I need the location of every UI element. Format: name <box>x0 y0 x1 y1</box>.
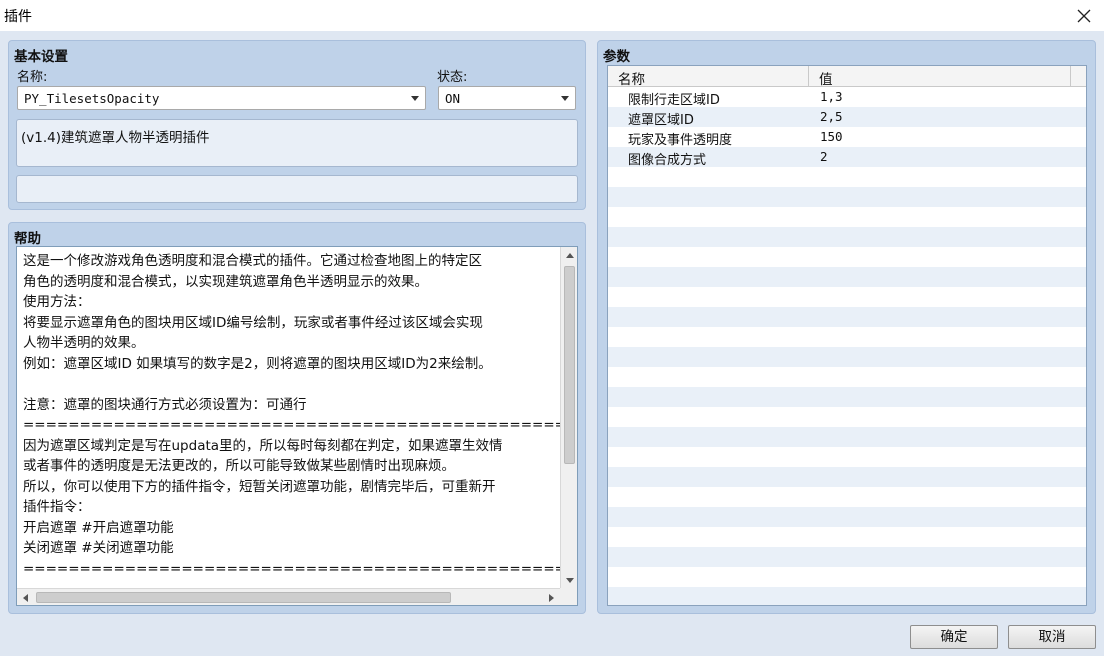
description-box[interactable]: (v1.4)建筑遮罩人物半透明插件 <box>16 119 578 167</box>
help-line: 开启遮罩 #开启遮罩功能 <box>23 519 174 536</box>
empty-table-row <box>608 227 1086 247</box>
table-row[interactable]: 遮罩区域ID 2,5 <box>608 107 1086 128</box>
scroll-right-icon[interactable] <box>543 589 560 606</box>
empty-table-row <box>608 167 1086 187</box>
empty-table-row <box>608 487 1086 507</box>
empty-table-row <box>608 327 1086 347</box>
param-name: 限制行走区域ID <box>628 93 720 108</box>
empty-table-row <box>608 247 1086 267</box>
scroll-left-icon[interactable] <box>17 589 34 606</box>
column-header-value[interactable]: 值 <box>809 66 1071 88</box>
table-body: 限制行走区域ID 1,3 遮罩区域ID 2,5 玩家及事件透明度 150 图像合成方式 2 <box>608 87 1086 605</box>
status-select[interactable]: ON <box>438 86 576 110</box>
empty-table-row <box>608 347 1086 367</box>
vertical-scroll-thumb[interactable] <box>564 266 575 464</box>
table-row[interactable]: 限制行走区域ID 1,3 <box>608 87 1086 108</box>
horizontal-scroll-thumb[interactable] <box>36 592 451 603</box>
chevron-down-icon <box>411 96 419 101</box>
ok-button[interactable]: 确定 <box>910 625 998 649</box>
author-box[interactable] <box>16 175 578 203</box>
empty-table-row <box>608 407 1086 427</box>
table-header: 名称 值 <box>608 66 1086 88</box>
param-name: 图像合成方式 <box>628 153 707 168</box>
description-text: (v1.4)建筑遮罩人物半透明插件 <box>21 130 210 146</box>
help-line: 将要显示遮罩角色的图块用区域ID编号绘制，玩家或者事件经过该区域会实现 <box>23 314 483 331</box>
cancel-button[interactable]: 取消 <box>1008 625 1096 649</box>
help-line: 角色的透明度和混合模式，以实现建筑遮罩角色半透明显示的效果。 <box>23 273 428 290</box>
help-line: 例如：遮罩区域ID 如果填写的数字是2，则将遮罩的图块用区域ID为2来绘制。 <box>23 355 492 372</box>
param-value: 150 <box>820 129 843 144</box>
help-line: ========================================… <box>23 560 560 577</box>
status-value: ON <box>445 91 461 106</box>
vertical-scrollbar[interactable] <box>560 247 577 589</box>
empty-table-row <box>608 367 1086 387</box>
empty-table-row <box>608 307 1086 327</box>
parameters-title: 参数 <box>603 49 630 65</box>
param-name: 玩家及事件透明度 <box>628 133 733 148</box>
empty-table-row <box>608 587 1086 605</box>
help-line: 所以，你可以使用下方的插件指令，短暂关闭遮罩功能，剧情完毕后，可重新开 <box>23 478 496 495</box>
empty-table-row <box>608 447 1086 467</box>
help-line: 因为遮罩区域判定是写在updata里的，所以每时每刻都在判定，如果遮罩生效情 <box>23 437 503 454</box>
empty-table-row <box>608 427 1086 447</box>
column-value-label: 值 <box>819 72 833 88</box>
close-icon[interactable] <box>1072 4 1096 28</box>
empty-table-row <box>608 267 1086 287</box>
empty-table-row <box>608 207 1086 227</box>
title-bar: 插件 <box>0 0 1104 31</box>
help-line: 注意：遮罩的图块通行方式必须设置为：可通行 <box>23 396 307 413</box>
help-line: 这是一个修改游戏角色透明度和混合模式的插件。它通过检查地图上的特定区 <box>23 253 482 269</box>
chevron-down-icon <box>561 96 569 101</box>
help-text-area[interactable]: 这是一个修改游戏角色透明度和混合模式的插件。它通过检查地图上的特定区 角色的透明度… <box>16 246 578 606</box>
parameters-table[interactable]: 名称 值 限制行走区域ID 1,3 遮罩区域ID 2,5 玩家及事件透明度 150 图像合成… <box>607 65 1087 606</box>
name-label: 名称: <box>17 70 48 85</box>
help-line: ========================================… <box>23 417 560 433</box>
horizontal-scrollbar[interactable] <box>17 588 560 605</box>
column-name-label: 名称 <box>618 72 645 88</box>
help-line: 或者事件的透明度是无法更改的，所以可能导致做某些剧情时出现麻烦。 <box>23 458 455 474</box>
empty-table-row <box>608 187 1086 207</box>
table-row[interactable]: 图像合成方式 2 <box>608 147 1086 168</box>
help-line: 使用方法： <box>23 294 91 310</box>
help-line: 关闭遮罩 #关闭遮罩功能 <box>23 540 174 556</box>
scroll-down-icon[interactable] <box>561 572 578 589</box>
param-value: 2 <box>820 149 828 164</box>
help-content: 这是一个修改游戏角色透明度和混合模式的插件。它通过检查地图上的特定区 角色的透明度… <box>17 247 560 589</box>
status-label: 状态: <box>437 70 468 85</box>
empty-table-row <box>608 547 1086 567</box>
empty-table-row <box>608 567 1086 587</box>
help-title: 帮助 <box>14 231 41 247</box>
empty-table-row <box>608 287 1086 307</box>
param-value: 2,5 <box>820 109 843 124</box>
scrollbar-corner <box>560 588 577 605</box>
help-line <box>23 374 554 395</box>
param-name: 遮罩区域ID <box>628 113 694 128</box>
plugin-name-select[interactable]: PY_TilesetsOpacity <box>17 86 426 110</box>
basic-settings-title: 基本设置 <box>14 49 68 65</box>
empty-table-row <box>608 467 1086 487</box>
help-line: 人物半透明的效果。 <box>23 335 145 351</box>
empty-table-row <box>608 527 1086 547</box>
empty-table-row <box>608 387 1086 407</box>
param-value: 1,3 <box>820 89 843 104</box>
empty-table-row <box>608 507 1086 527</box>
window-title: 插件 <box>4 9 32 25</box>
help-line: 插件指令： <box>23 499 91 515</box>
table-row[interactable]: 玩家及事件透明度 150 <box>608 127 1086 148</box>
scroll-up-icon[interactable] <box>561 247 578 264</box>
column-header-name[interactable]: 名称 <box>608 66 809 88</box>
plugin-name-value: PY_TilesetsOpacity <box>24 91 160 106</box>
